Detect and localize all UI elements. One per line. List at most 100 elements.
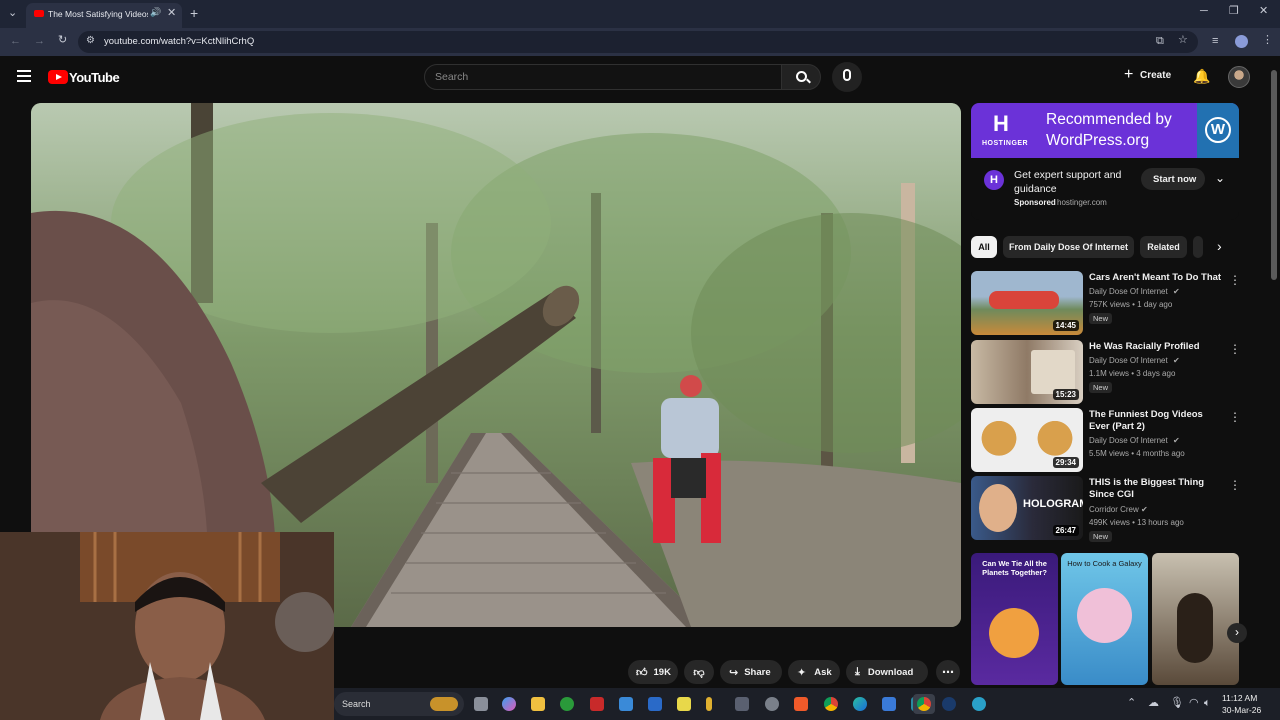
recommendation-item[interactable]: 15:23 He Was Racially Profiled Daily Dos… [971, 340, 1241, 404]
channel-name[interactable]: Daily Dose Of Internet [1089, 436, 1168, 445]
notifications-bell-icon[interactable]: 🔔 [1193, 68, 1210, 85]
file-explorer-icon[interactable] [531, 697, 545, 711]
forward-icon[interactable]: → [34, 36, 45, 47]
task-view-icon[interactable] [474, 697, 488, 711]
video-thumbnail[interactable]: 14:45 [971, 271, 1083, 335]
more-vertical-icon[interactable]: ⋮ [1229, 478, 1241, 492]
recommendation-item[interactable]: HOLOGRAM 26:47 THIS is the Biggest Thing… [971, 476, 1241, 542]
clock-time[interactable]: 11:12 AM [1222, 693, 1257, 703]
search-input[interactable]: Search [424, 64, 782, 90]
chip-from-channel[interactable]: From Daily Dose Of Internet [1003, 236, 1134, 258]
shorts-shelf: Can We Tie All the Planets Together? How… [971, 553, 1247, 685]
page-scrollbar[interactable] [1271, 70, 1277, 280]
steam-icon[interactable] [942, 697, 956, 711]
voice-search-button[interactable] [832, 62, 862, 92]
video-thumbnail[interactable]: HOLOGRAM 26:47 [971, 476, 1083, 540]
shorts-next-button[interactable]: › [1227, 623, 1247, 643]
ad-banner[interactable]: H HOSTINGER Recommended by WordPress.org… [971, 103, 1239, 158]
wifi-icon[interactable]: ◠ [1189, 698, 1199, 709]
video-title[interactable]: THIS is the Biggest Thing Since CGI [1089, 477, 1225, 501]
chip-from-channel-label: From Daily Dose Of Internet [1008, 242, 1129, 252]
profile-icon[interactable] [1235, 35, 1248, 48]
search-button[interactable] [781, 64, 821, 90]
chrome-icon[interactable] [824, 697, 838, 711]
app-globe-icon[interactable] [972, 697, 986, 711]
short-card[interactable]: Can We Tie All the Planets Together? [971, 553, 1058, 685]
download-icon: ⤓ [855, 665, 860, 678]
create-button[interactable]: + Create [1118, 64, 1184, 90]
ad-card[interactable]: H HOSTINGER Recommended by WordPress.org… [971, 103, 1239, 220]
new-badge: New [1089, 313, 1113, 324]
site-info-icon[interactable]: ⚙ [86, 36, 95, 46]
ad-sponsored-label: Sponsored [1014, 198, 1056, 207]
minimize-icon[interactable]: ─ [1200, 6, 1208, 17]
tab-close-icon[interactable]: ✕ [167, 8, 176, 19]
notes-icon[interactable] [706, 697, 712, 711]
chip-partial[interactable] [1193, 236, 1203, 258]
account-avatar[interactable] [1228, 66, 1250, 88]
xbox-icon[interactable] [560, 697, 574, 711]
settings-icon[interactable] [765, 697, 779, 711]
short-card[interactable]: How to Cook a Galaxy [1061, 553, 1148, 685]
share-button[interactable]: ↪ Share [720, 660, 782, 684]
chip-related[interactable]: Related [1140, 236, 1187, 258]
photos-icon[interactable] [619, 697, 633, 711]
hamburger-menu-icon[interactable] [17, 70, 31, 82]
channel-name[interactable]: Daily Dose Of Internet [1089, 356, 1168, 365]
reading-list-icon[interactable]: ≡ [1212, 36, 1218, 47]
more-vertical-icon[interactable]: ⋮ [1229, 342, 1241, 356]
snipping-tool-icon[interactable] [735, 697, 749, 711]
tab-audio-icon[interactable]: 🔊 [150, 8, 161, 17]
new-tab-icon[interactable]: + [190, 6, 198, 20]
flash-app-icon[interactable] [590, 697, 604, 711]
volume-icon[interactable]: 🔈︎ [1204, 698, 1211, 709]
app-blue-icon[interactable] [648, 697, 662, 711]
chrome-profile-icon[interactable] [917, 697, 931, 711]
webcam-feed [0, 532, 334, 720]
restore-icon[interactable]: ❐ [1229, 6, 1239, 17]
tray-overflow-icon[interactable]: ⌃ [1127, 698, 1136, 709]
install-icon[interactable]: ⧉ [1156, 36, 1164, 47]
video-title[interactable]: He Was Racially Profiled [1089, 341, 1225, 353]
channel-name[interactable]: Daily Dose Of Internet [1089, 287, 1168, 296]
download-button[interactable]: ⤓ Download [846, 660, 928, 684]
brave-browser-icon[interactable] [794, 697, 808, 711]
ad-expand-chevron-icon[interactable]: ⌄ [1215, 171, 1225, 185]
bookmark-star-icon[interactable]: ☆ [1178, 35, 1188, 46]
more-actions-button[interactable]: ⋯ [936, 660, 960, 684]
ask-button[interactable]: ✦ Ask [788, 660, 840, 684]
url-field[interactable]: ⚙ youtube.com/watch?v=KctNlihCrhQ ⧉ ☆ [78, 31, 1198, 53]
window-close-icon[interactable]: ✕ [1259, 6, 1268, 17]
video-duration: 29:34 [1052, 457, 1079, 468]
video-thumbnail[interactable]: 29:34 [971, 408, 1083, 472]
reload-icon[interactable]: ↻ [58, 35, 67, 46]
mail-icon[interactable] [882, 697, 896, 711]
chips-next-chevron-icon[interactable]: › [1217, 238, 1222, 254]
channel-name[interactable]: Corridor Crew [1089, 505, 1139, 514]
ad-domain: hostinger.com [1057, 198, 1107, 207]
browser-tab[interactable]: The Most Satisfying Videos 🔊 ✕ [26, 3, 182, 28]
edge-icon[interactable] [853, 697, 867, 711]
recommendation-item[interactable]: 29:34 The Funniest Dog Videos Ever (Part… [971, 408, 1241, 472]
app-yellow-icon[interactable] [677, 697, 691, 711]
video-meta: 757K views • 1 day ago [1089, 300, 1173, 309]
video-title[interactable]: The Funniest Dog Videos Ever (Part 2) [1089, 409, 1225, 433]
tab-list-icon[interactable]: ⌄ [8, 8, 17, 19]
back-icon[interactable]: ← [10, 36, 21, 47]
video-title[interactable]: Cars Aren't Meant To Do That [1089, 272, 1225, 284]
clock-date[interactable]: 30-Mar-26 [1222, 705, 1261, 715]
chip-all[interactable]: All [971, 236, 997, 258]
network-icon[interactable]: ☁ [1148, 698, 1159, 709]
dislike-button[interactable]: 👎︎ [684, 660, 714, 684]
microphone-tray-icon[interactable]: 🎙︎ [1170, 698, 1184, 709]
video-thumbnail[interactable]: 15:23 [971, 340, 1083, 404]
browser-menu-icon[interactable]: ⋮ [1262, 35, 1273, 46]
like-button[interactable]: 👍︎ 19K [628, 660, 678, 684]
recommendation-item[interactable]: 14:45 Cars Aren't Meant To Do That Daily… [971, 271, 1241, 335]
more-vertical-icon[interactable]: ⋮ [1229, 273, 1241, 287]
more-vertical-icon[interactable]: ⋮ [1229, 410, 1241, 424]
youtube-logo[interactable]: YouTube [48, 69, 128, 85]
short-card[interactable] [1152, 553, 1239, 685]
youtube-header: YouTube Search + Create 🔔 [0, 56, 1280, 100]
copilot-icon[interactable] [502, 697, 516, 711]
